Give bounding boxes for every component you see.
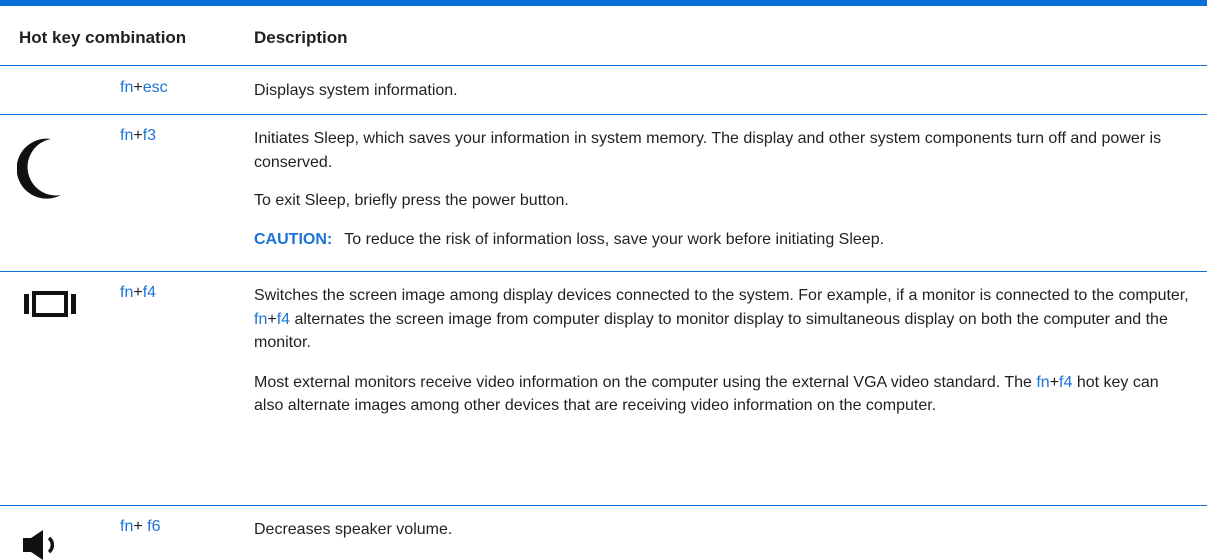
caution-text: To reduce the risk of information loss, … xyxy=(344,230,885,248)
plus-sign: + xyxy=(133,127,143,144)
fn-key[interactable]: fn xyxy=(120,284,133,301)
row-divider xyxy=(0,114,1207,115)
row-description-fn-f4: Switches the screen image among display … xyxy=(254,284,1189,418)
hotkey-fn-f3: fn+f3 xyxy=(120,127,156,145)
fn-key[interactable]: fn xyxy=(254,311,267,328)
row-divider xyxy=(0,505,1207,506)
speaker-volume-down-icon xyxy=(23,530,55,560)
row-divider xyxy=(0,271,1207,272)
plus-sign: + xyxy=(267,310,277,328)
caution-note: CAUTION: To reduce the risk of informatio… xyxy=(254,228,1189,252)
row-description-fn-esc: Displays system information. xyxy=(254,79,1189,103)
esc-key[interactable]: esc xyxy=(143,79,168,96)
description-text: Displays system information. xyxy=(254,82,458,99)
display-switch-icon xyxy=(24,291,76,317)
plus-sign: + xyxy=(133,79,143,96)
f6-key[interactable]: f6 xyxy=(147,518,160,535)
row-description-fn-f6: Decreases speaker volume. xyxy=(254,518,1189,542)
caution-label: CAUTION: xyxy=(254,230,333,248)
f4-key[interactable]: f4 xyxy=(1059,374,1072,391)
description-paragraph: Most external monitors receive video inf… xyxy=(254,371,1189,418)
description-text: To exit Sleep, briefly press the power b… xyxy=(254,192,569,209)
fn-key[interactable]: fn xyxy=(120,79,133,96)
header-divider xyxy=(0,65,1207,66)
hotkey-fn-f4: fn+f4 xyxy=(120,284,156,302)
hotkey-fn-esc: fn+esc xyxy=(120,79,168,97)
fn-key[interactable]: fn xyxy=(120,127,133,144)
top-rule xyxy=(0,0,1207,6)
plus-sign: + xyxy=(1049,373,1060,391)
text-run: Switches the screen image among display … xyxy=(254,287,1189,304)
row-description-fn-f3: Initiates Sleep, which saves your inform… xyxy=(254,127,1189,251)
fn-key[interactable]: fn xyxy=(120,518,133,535)
hotkey-fn-f6: fn+ f6 xyxy=(120,518,160,536)
text-run: alternates the screen image from compute… xyxy=(254,310,1168,352)
header-description: Description xyxy=(254,28,348,47)
description-paragraph: Switches the screen image among display … xyxy=(254,284,1189,355)
description-text: Decreases speaker volume. xyxy=(254,521,453,538)
plus-sign: + xyxy=(133,518,148,535)
f4-key[interactable]: f4 xyxy=(277,311,290,328)
description-text: Initiates Sleep, which saves your inform… xyxy=(254,130,1162,171)
plus-sign: + xyxy=(133,284,143,301)
text-run: Most external monitors receive video inf… xyxy=(254,373,1037,391)
header-hot-key-combination: Hot key combination xyxy=(19,28,187,47)
f3-key[interactable]: f3 xyxy=(143,127,156,144)
moon-icon xyxy=(17,138,61,199)
f4-key[interactable]: f4 xyxy=(143,284,156,301)
fn-key[interactable]: fn xyxy=(1036,374,1049,391)
